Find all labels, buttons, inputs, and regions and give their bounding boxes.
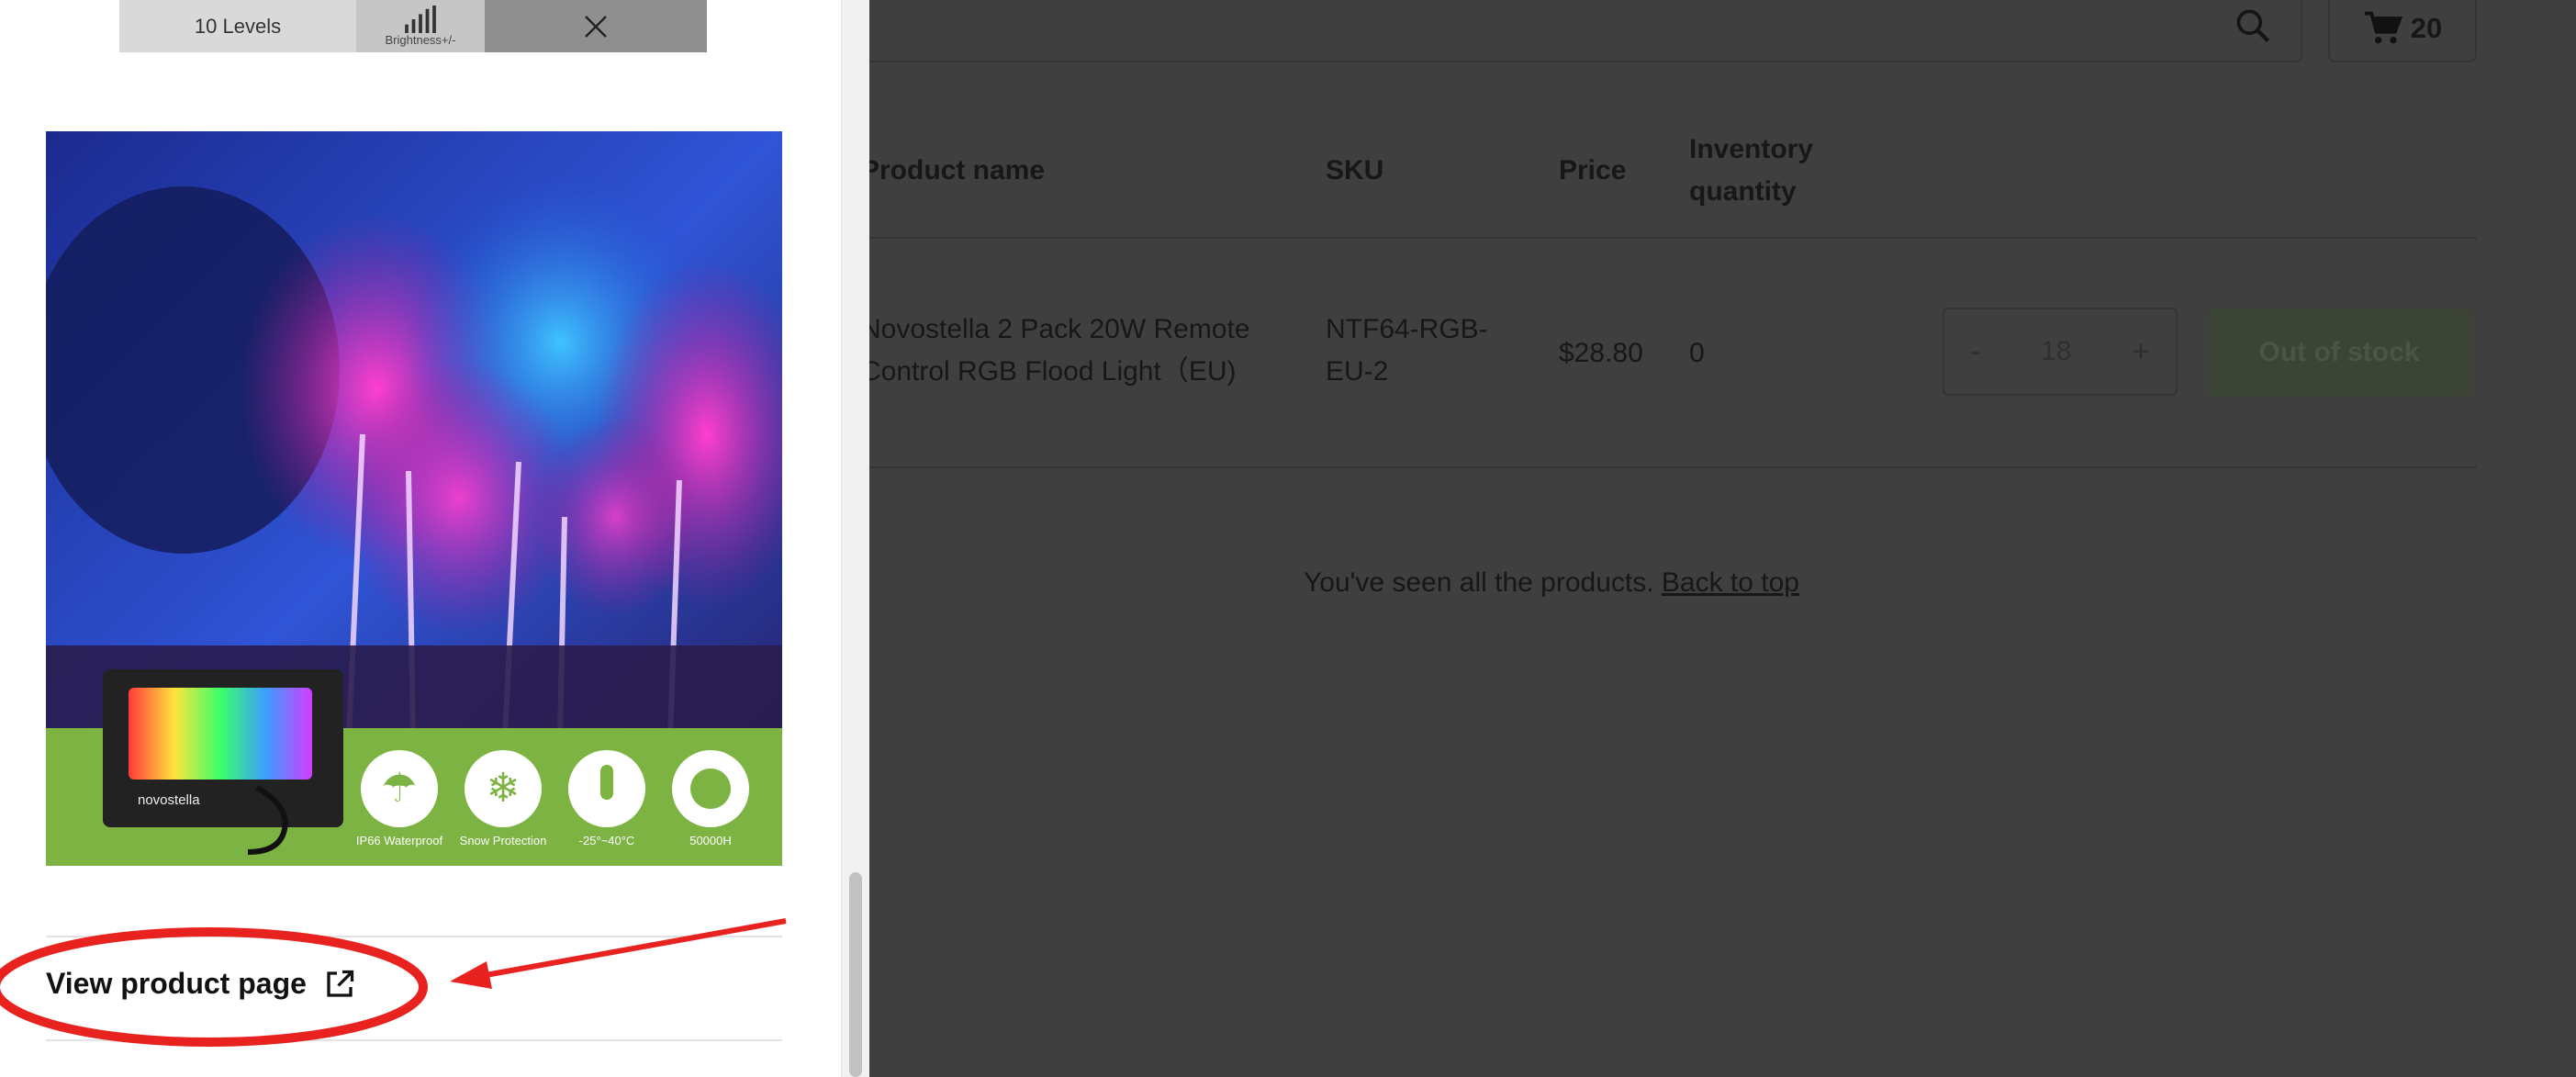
quantity-decrease-button[interactable]: -: [1970, 334, 1980, 370]
brightness-label: Brightness+/-: [385, 33, 456, 47]
strip-close-tile: [485, 0, 707, 52]
table-divider: [861, 466, 2477, 468]
column-header-sku: SKU: [1326, 155, 1384, 185]
levels-label: 10 Levels: [194, 14, 282, 38]
view-product-page-label: View product page: [46, 967, 307, 1000]
column-header-inventory: Inventory quantity: [1689, 134, 1814, 207]
cart-count: 20: [2410, 12, 2443, 44]
table-divider: [861, 237, 2477, 239]
price-cell: $28.80: [1559, 338, 1643, 368]
brightness-bars-icon: [405, 6, 436, 33]
back-to-top-link[interactable]: Back to top: [1662, 567, 1799, 598]
cart-button[interactable]: 20: [2328, 0, 2477, 62]
view-product-page-link[interactable]: View product page: [46, 967, 356, 1001]
background-page: 20 Product name SKU Price Inventory quan…: [859, 0, 2576, 1077]
column-header-product-name: Product name: [861, 155, 1046, 185]
badge-label: -25°~40°C: [579, 834, 635, 847]
column-header-price: Price: [1559, 155, 1627, 185]
brightness-tile: Brightness+/-: [356, 0, 485, 52]
quantity-stepper[interactable]: - 18 +: [1943, 308, 2178, 396]
badge-label: IP66 Waterproof: [356, 834, 443, 847]
product-logo: novostella: [138, 792, 200, 808]
product-image[interactable]: novostella ☂ ❄ IP66 Waterproof Snow Prot…: [46, 131, 782, 866]
cart-icon: [2364, 11, 2402, 44]
quantity-increase-button[interactable]: +: [2132, 334, 2150, 370]
scrollbar-thumb[interactable]: [849, 872, 862, 1077]
end-of-list-note: You've seen all the products. Back to to…: [1304, 567, 1799, 599]
end-of-list-text: You've seen all the products.: [1304, 567, 1654, 598]
product-drawer: 10 Levels Brightness+/- novostella ☂ ❄ I…: [0, 0, 869, 1077]
drawer-scrollbar[interactable]: [841, 0, 869, 1077]
product-name-cell: Novostella 2 Pack 20W Remote Control RGB…: [861, 314, 1250, 387]
badge-label: 50000H: [689, 834, 732, 847]
search-bar[interactable]: [859, 0, 2302, 62]
close-icon: [585, 15, 607, 38]
svg-text:❄: ❄: [487, 766, 521, 811]
quantity-value[interactable]: 18: [2041, 336, 2071, 367]
product-feature-strip: 10 Levels Brightness+/-: [119, 0, 707, 52]
drawer-divider: [46, 1039, 782, 1041]
external-link-icon: [327, 970, 354, 997]
svg-text:☂: ☂: [381, 766, 417, 811]
badge-label: Snow Protection: [460, 834, 547, 847]
inventory-cell: 0: [1689, 338, 1705, 368]
sku-cell: NTF64-RGB-EU-2: [1326, 314, 1488, 387]
drawer-divider: [46, 936, 782, 937]
search-icon[interactable]: [2233, 6, 2273, 46]
out-of-stock-button[interactable]: Out of stock: [2207, 309, 2471, 397]
